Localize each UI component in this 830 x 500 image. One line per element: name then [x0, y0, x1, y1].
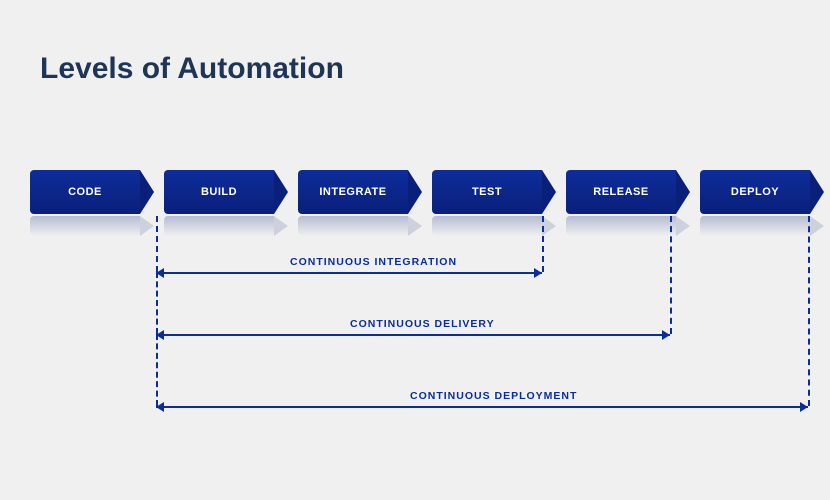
page-title: Levels of Automation [40, 52, 344, 86]
bracket-line [156, 334, 670, 336]
level-label-deployment: CONTINUOUS DEPLOYMENT [410, 390, 577, 402]
pipeline-row: CODE BUILD INTEGRATE TEST RELEASE DEPLOY [30, 170, 810, 214]
dashed-line [670, 216, 672, 334]
stage-test: TEST [432, 170, 542, 214]
stage-code: CODE [30, 170, 140, 214]
stage-release: RELEASE [566, 170, 676, 214]
bracket-line [156, 406, 808, 408]
stage-label: RELEASE [593, 186, 648, 198]
stage-label: INTEGRATE [319, 186, 386, 198]
stage-label: CODE [68, 186, 102, 198]
level-label-integration: CONTINUOUS INTEGRATION [290, 256, 457, 268]
stage-label: TEST [472, 186, 502, 198]
bracket-line [156, 272, 542, 274]
stage-build: BUILD [164, 170, 274, 214]
dashed-line [156, 216, 158, 272]
stage-deploy: DEPLOY [700, 170, 810, 214]
dashed-line [156, 272, 158, 334]
stage-label: BUILD [201, 186, 237, 198]
dashed-line [156, 334, 158, 406]
levels-area: CONTINUOUS INTEGRATION CONTINUOUS DELIVE… [30, 216, 810, 476]
stage-label: DEPLOY [731, 186, 779, 198]
level-label-delivery: CONTINUOUS DELIVERY [350, 318, 495, 330]
stage-integrate: INTEGRATE [298, 170, 408, 214]
dashed-line [808, 216, 810, 406]
dashed-line [542, 216, 544, 272]
